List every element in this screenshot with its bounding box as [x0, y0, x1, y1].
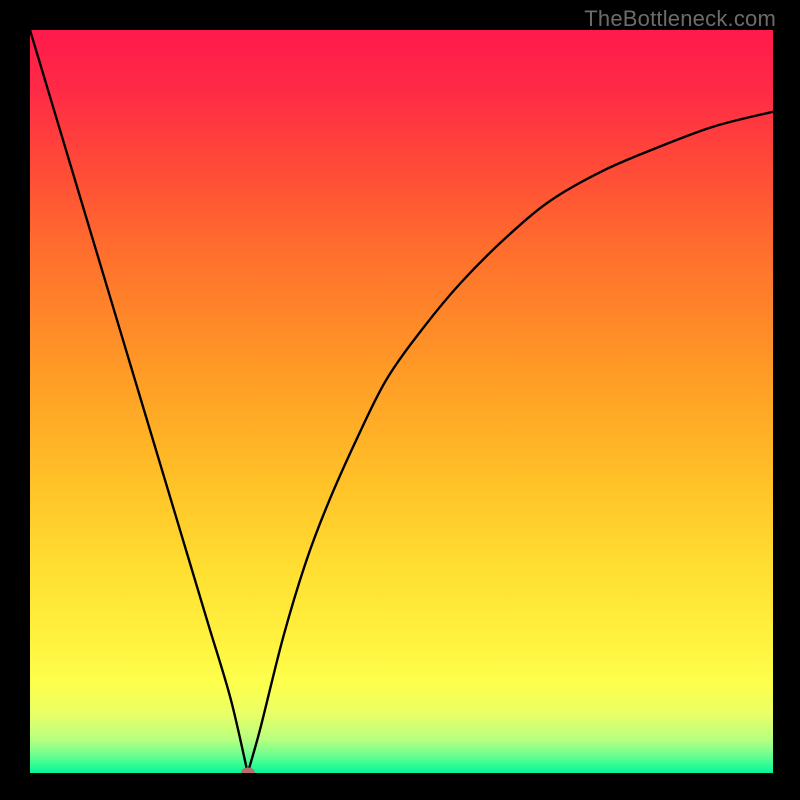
- bottleneck-curve: [30, 30, 773, 773]
- curve-layer: [30, 30, 773, 773]
- plot-area: [30, 30, 773, 773]
- frame-left: [0, 0, 30, 800]
- frame-bottom: [0, 773, 800, 800]
- frame-right: [773, 0, 800, 800]
- watermark-text: TheBottleneck.com: [584, 6, 776, 32]
- stage: TheBottleneck.com: [0, 0, 800, 800]
